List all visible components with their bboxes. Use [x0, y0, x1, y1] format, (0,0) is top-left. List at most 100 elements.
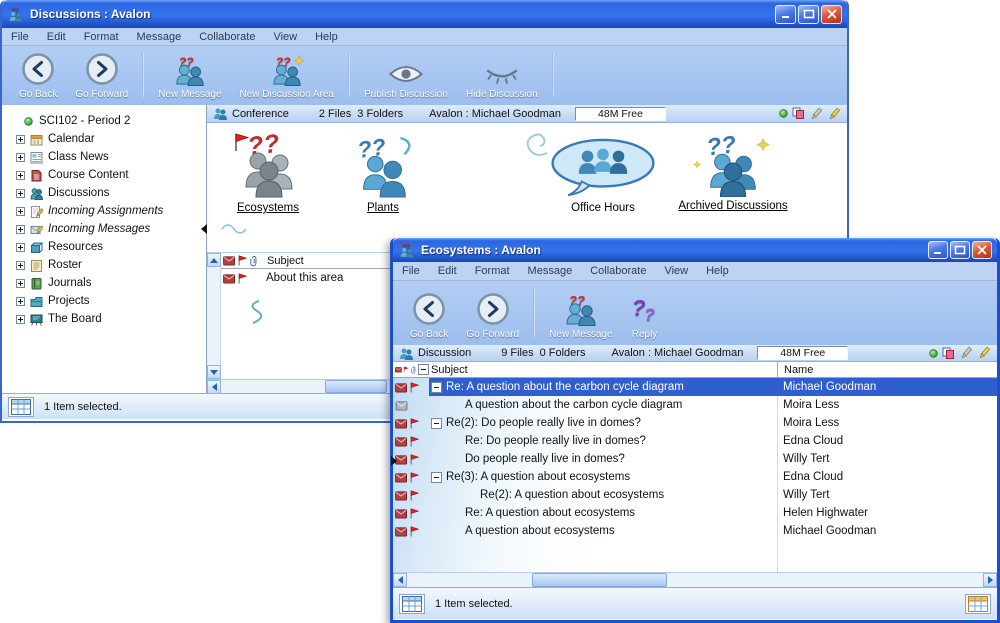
- scroll-thumb[interactable]: [325, 380, 387, 393]
- pane-collapse-arrow[interactable]: [201, 224, 207, 234]
- go-back-button[interactable]: Go Back: [10, 48, 66, 102]
- file-count: 9 Files: [501, 347, 533, 359]
- menu-collaborate[interactable]: Collaborate: [581, 263, 655, 279]
- tree-item-calendar[interactable]: Calendar: [2, 130, 206, 148]
- message-row[interactable]: Do people really live in domes? Willy Te…: [393, 450, 997, 468]
- subject-column-header[interactable]: Subject: [267, 255, 304, 267]
- expand-icon[interactable]: [16, 225, 25, 234]
- pages-icon[interactable]: [942, 347, 955, 360]
- new-discussion-area-button[interactable]: New Discussion Area: [231, 48, 343, 102]
- reply-button[interactable]: Reply: [622, 283, 668, 342]
- expand-icon[interactable]: [16, 135, 25, 144]
- message-row[interactable]: Re(3): A question about ecosystems Edna …: [393, 468, 997, 486]
- expand-icon[interactable]: [16, 207, 25, 216]
- menu-collaborate[interactable]: Collaborate: [190, 29, 264, 45]
- tree-item-incoming-assignments[interactable]: Incoming Assignments: [2, 202, 206, 220]
- window-icon: [398, 242, 416, 258]
- menu-edit[interactable]: Edit: [429, 263, 466, 279]
- pencil-yellow-icon[interactable]: [827, 107, 841, 121]
- scroll-right-button[interactable]: [983, 573, 997, 587]
- green-dot-icon[interactable]: [779, 109, 788, 118]
- message-row[interactable]: Re: A question about ecosystems Helen Hi…: [393, 504, 997, 522]
- name-column-header[interactable]: Name: [777, 362, 997, 377]
- expand-icon[interactable]: [16, 279, 25, 288]
- scroll-up-button[interactable]: [207, 253, 221, 267]
- close-button[interactable]: [821, 5, 842, 24]
- tree-item-resources[interactable]: Resources: [2, 238, 206, 256]
- minimize-button[interactable]: [928, 241, 948, 259]
- menu-format[interactable]: Format: [466, 263, 519, 279]
- scroll-thumb[interactable]: [532, 573, 667, 587]
- menu-file[interactable]: File: [2, 29, 38, 45]
- subject-column-header[interactable]: Subject: [429, 364, 777, 376]
- desktop-icon-plants[interactable]: Plants: [333, 135, 433, 214]
- tree-item-the-board[interactable]: The Board: [2, 310, 206, 328]
- titlebar[interactable]: Ecosystems : Avalon: [393, 238, 997, 262]
- message-row[interactable]: Re: A question about the carbon cycle di…: [393, 378, 997, 396]
- pane-expand-arrow[interactable]: [391, 456, 397, 466]
- expand-icon[interactable]: [16, 261, 25, 270]
- go-forward-button[interactable]: Go Forward: [66, 48, 137, 102]
- publish-discussion-button[interactable]: Publish Discussion: [355, 48, 457, 102]
- expand-icon[interactable]: [16, 297, 25, 306]
- collapse-all-icon[interactable]: [418, 364, 429, 375]
- tree-item-roster[interactable]: Roster: [2, 256, 206, 274]
- message-row[interactable]: Re: Do people really live in domes? Edna…: [393, 432, 997, 450]
- menu-help[interactable]: Help: [306, 29, 347, 45]
- green-dot-icon[interactable]: [929, 349, 938, 358]
- maximize-button[interactable]: [798, 5, 819, 24]
- menu-message[interactable]: Message: [519, 263, 582, 279]
- tree-item-incoming-messages[interactable]: Incoming Messages: [2, 220, 206, 238]
- menu-format[interactable]: Format: [75, 29, 128, 45]
- menu-help[interactable]: Help: [697, 263, 738, 279]
- pencil-icon[interactable]: [959, 346, 973, 360]
- pencil-icon[interactable]: [809, 107, 823, 121]
- expand-icon[interactable]: [16, 171, 25, 180]
- expand-icon[interactable]: [16, 189, 25, 198]
- view-grid-button[interactable]: [8, 397, 34, 417]
- menu-view[interactable]: View: [264, 29, 306, 45]
- message-row[interactable]: A question about the carbon cycle diagra…: [393, 396, 997, 414]
- view-grid-button[interactable]: [399, 594, 425, 614]
- expand-icon[interactable]: [16, 315, 25, 324]
- scroll-left-button[interactable]: [207, 380, 221, 394]
- message-row[interactable]: Re(2): A question about ecosystems Willy…: [393, 486, 997, 504]
- pencil-yellow-icon[interactable]: [977, 346, 991, 360]
- scroll-down-button[interactable]: [207, 365, 221, 379]
- tree-item-course-content[interactable]: Course Content: [2, 166, 206, 184]
- menu-message[interactable]: Message: [128, 29, 191, 45]
- expand-icon[interactable]: [16, 153, 25, 162]
- close-button[interactable]: [972, 241, 992, 259]
- expand-icon[interactable]: [16, 243, 25, 252]
- message-row[interactable]: A question about ecosystems Michael Good…: [393, 522, 997, 540]
- menu-view[interactable]: View: [655, 263, 697, 279]
- hide-discussion-button[interactable]: Hide Discussion: [457, 48, 547, 102]
- horizontal-scrollbar[interactable]: [393, 572, 997, 587]
- new-message-button[interactable]: New Message: [540, 283, 621, 342]
- thread-collapse-icon[interactable]: [431, 472, 442, 483]
- new-message-button[interactable]: New Message: [149, 48, 230, 102]
- desktop-icon-archived-discussions[interactable]: Archived Discussions: [643, 131, 823, 212]
- go-back-button[interactable]: Go Back: [401, 283, 457, 342]
- menu-edit[interactable]: Edit: [38, 29, 75, 45]
- minimize-button[interactable]: [775, 5, 796, 24]
- menu-file[interactable]: File: [393, 263, 429, 279]
- tree-root-sci102[interactable]: SCI102 - Period 2: [2, 112, 206, 130]
- message-row[interactable]: Re(2): Do people really live in domes? M…: [393, 414, 997, 432]
- desktop-icon-ecosystems[interactable]: Ecosystems: [207, 129, 329, 214]
- vertical-scrollbar[interactable]: [207, 253, 221, 379]
- tree-item-class-news[interactable]: Class News: [2, 148, 206, 166]
- scroll-track[interactable]: [407, 573, 983, 587]
- thread-collapse-icon[interactable]: [431, 382, 442, 393]
- maximize-button[interactable]: [950, 241, 970, 259]
- pages-icon[interactable]: [792, 107, 805, 120]
- tree-item-journals[interactable]: Journals: [2, 274, 206, 292]
- tree-item-projects[interactable]: Projects: [2, 292, 206, 310]
- thread-collapse-icon[interactable]: [431, 418, 442, 429]
- titlebar[interactable]: Discussions : Avalon: [2, 0, 847, 28]
- view-grid-alt-button[interactable]: [965, 594, 991, 614]
- go-forward-button[interactable]: Go Forward: [457, 283, 528, 342]
- scroll-track[interactable]: [207, 267, 220, 365]
- tree-item-discussions[interactable]: Discussions: [2, 184, 206, 202]
- scroll-left-button[interactable]: [393, 573, 407, 587]
